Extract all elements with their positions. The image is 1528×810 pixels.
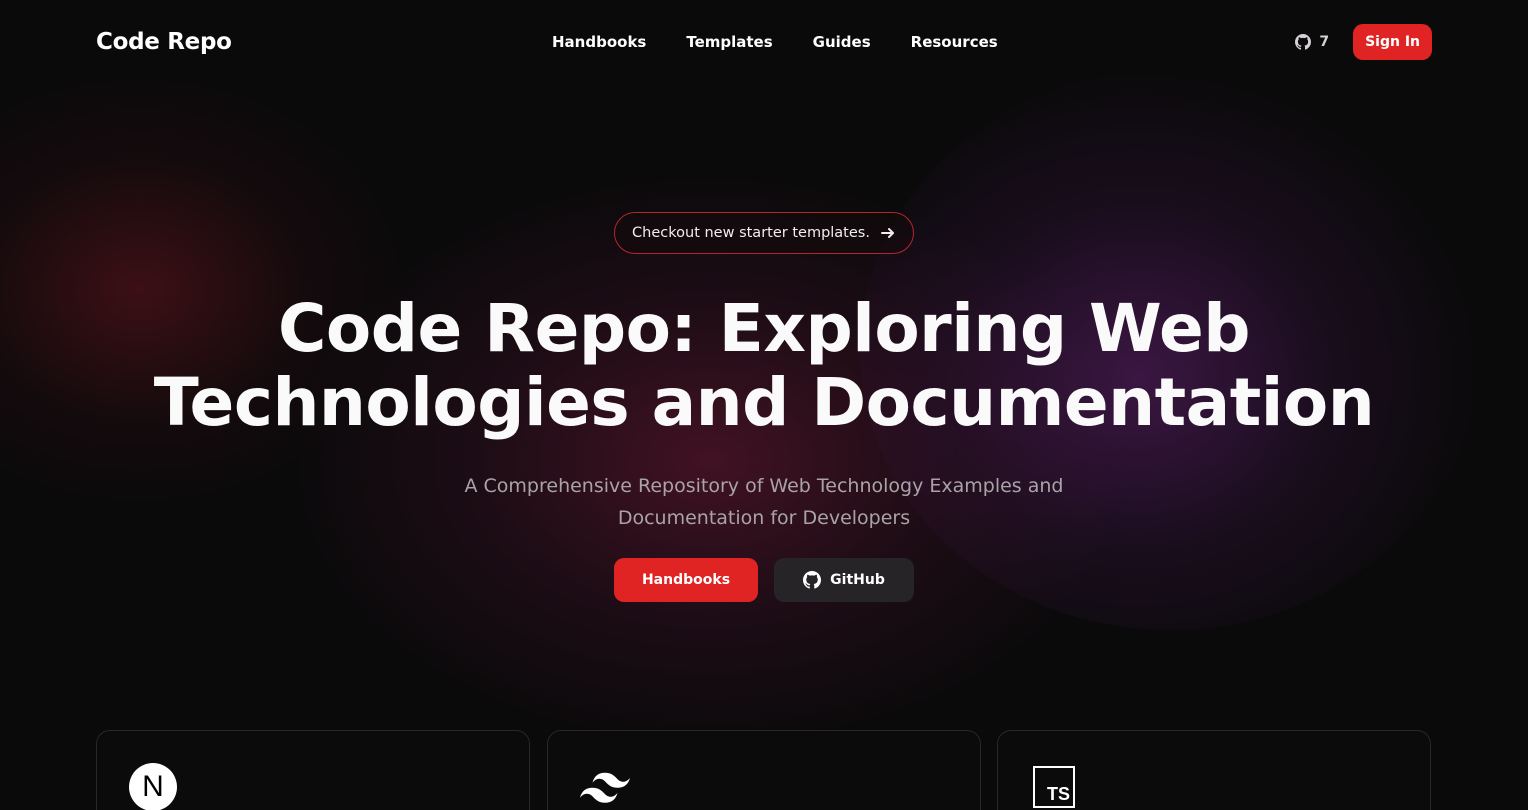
card-nextjs[interactable]: N [96,730,530,810]
announcement-pill[interactable]: Checkout new starter templates. [614,212,914,254]
handbooks-button[interactable]: Handbooks [614,558,758,602]
header-actions: 7 Sign In [1295,24,1432,60]
tailwind-icon [580,772,630,803]
arrow-right-icon [880,228,894,238]
github-stars-link[interactable]: 7 [1295,34,1329,50]
card-tailwind[interactable] [547,730,981,810]
page: Code Repo Handbooks Templates Guides Res… [0,0,1528,810]
hero-title: Code Repo: Exploring Web Technologies an… [0,292,1528,440]
github-icon [803,571,822,589]
announcement-text: Checkout new starter templates. [632,225,870,241]
hero-subtitle-line-2: Documentation for Developers [617,507,911,529]
background-glow-center [300,180,1120,740]
nav-link-templates[interactable]: Templates [686,33,772,51]
nav-link-guides[interactable]: Guides [813,33,871,51]
nextjs-icon-letter: N [142,770,164,803]
github-icon [1295,34,1312,50]
nav-link-handbooks[interactable]: Handbooks [552,33,646,51]
site-logo[interactable]: Code Repo [96,29,232,55]
card-typescript[interactable]: TS [997,730,1431,810]
main-nav: Handbooks Templates Guides Resources [552,33,998,51]
typescript-icon: TS [1033,766,1075,808]
github-star-count: 7 [1319,34,1330,50]
nextjs-icon: N [129,763,177,810]
sign-in-button[interactable]: Sign In [1353,24,1432,60]
github-button-label: GitHub [830,572,885,588]
hero-title-line-1: Code Repo: Exploring Web [277,290,1251,367]
hero-subtitle: A Comprehensive Repository of Web Techno… [0,470,1528,534]
site-header: Code Repo Handbooks Templates Guides Res… [96,24,1432,60]
nav-link-resources[interactable]: Resources [911,33,998,51]
hero-title-line-2: Technologies and Documentation [153,364,1375,441]
typescript-icon-text: TS [1046,784,1070,804]
github-button[interactable]: GitHub [774,558,914,602]
hero-subtitle-line-1: A Comprehensive Repository of Web Techno… [464,475,1064,497]
